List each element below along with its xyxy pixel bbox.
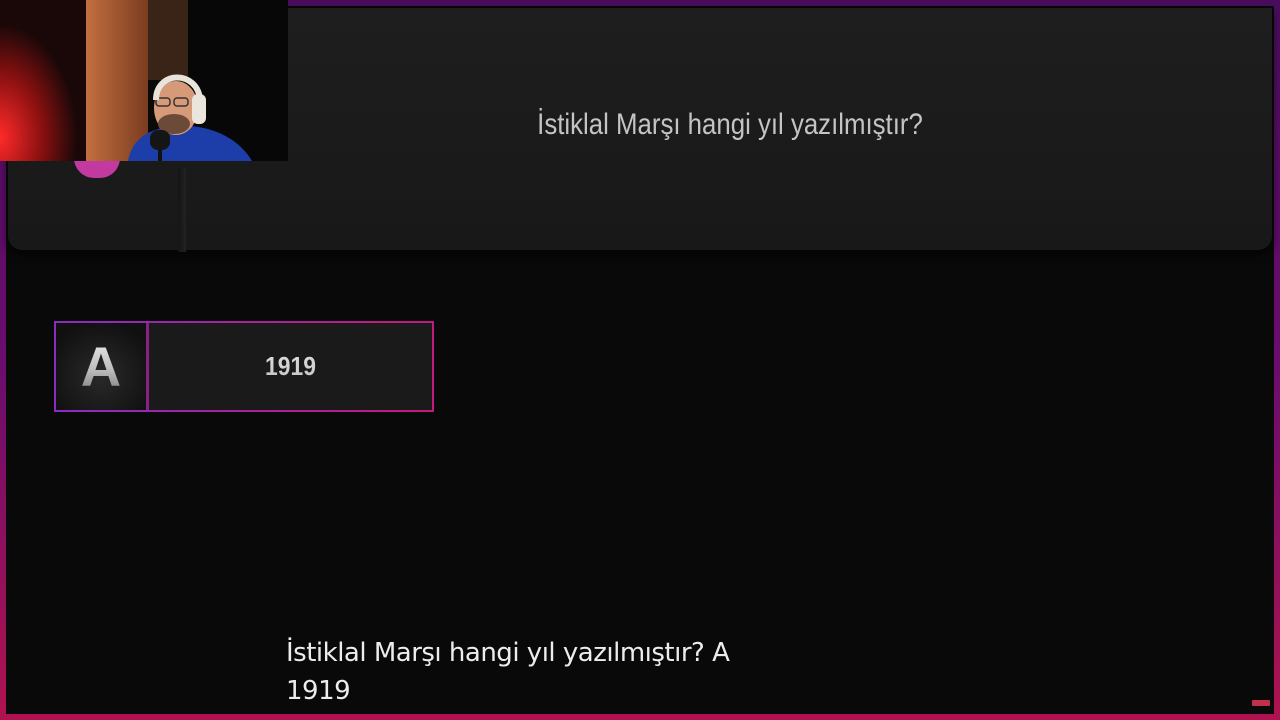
webcam-feed xyxy=(0,0,288,161)
answer-value: 1919 xyxy=(166,323,415,410)
answer-letter: A xyxy=(80,335,122,398)
question-text: İstiklal Marşı hangi yıl yazılmıştır? xyxy=(537,108,923,141)
answer-letter-box: A xyxy=(56,323,149,410)
webcam-image xyxy=(0,0,288,161)
subtitle-caption: İstiklal Marşı hangi yıl yazılmıştır? A … xyxy=(286,634,846,710)
answer-option-a[interactable]: A 1919 xyxy=(54,321,434,412)
timer-indicator xyxy=(74,158,120,178)
stream-frame: İstiklal Marşı hangi yıl yazılmıştır? A … xyxy=(0,0,1280,720)
watermark-badge xyxy=(1252,700,1270,706)
panel-divider xyxy=(178,168,186,252)
caption-line-1: İstiklal Marşı hangi yıl yazılmıştır? A xyxy=(286,638,730,668)
caption-line-2: 1919 xyxy=(286,676,351,706)
